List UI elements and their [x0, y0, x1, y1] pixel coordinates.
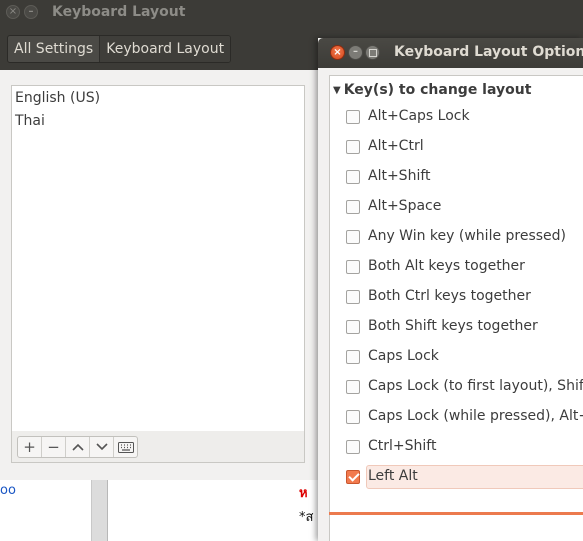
remove-icon[interactable]: −	[42, 437, 66, 457]
option-alt-shift[interactable]: Alt+Shift	[346, 166, 583, 190]
minimize-icon[interactable]: –	[24, 5, 38, 19]
option-label: Any Win key (while pressed)	[368, 228, 567, 244]
list-button-group: + −	[17, 436, 138, 458]
checkbox[interactable]	[346, 110, 360, 124]
move-down-icon[interactable]	[90, 437, 114, 457]
keyboard-layout-window: × – Keyboard Layout All Settings Keyboar…	[0, 0, 320, 480]
scroll-indicator	[329, 512, 583, 515]
checkbox[interactable]	[346, 350, 360, 364]
checkbox[interactable]	[346, 170, 360, 184]
option-caps-lock[interactable]: Caps Lock	[346, 346, 583, 370]
checkbox[interactable]	[346, 440, 360, 454]
checkbox[interactable]	[346, 410, 360, 424]
main-toolbar: All Settings Keyboard Layout	[0, 25, 320, 70]
background-body-fragment: *ส	[299, 510, 314, 525]
close-icon[interactable]: ×	[6, 5, 20, 19]
option-left-alt[interactable]: Left Alt	[342, 465, 583, 490]
keyboard-layout-crumb[interactable]: Keyboard Layout	[100, 36, 231, 62]
option-group-header[interactable]: ▼ Key(s) to change layout	[333, 82, 531, 98]
option-label: Alt+Shift	[368, 168, 431, 184]
checkbox[interactable]	[346, 230, 360, 244]
main-content: English (US) Thai + −	[0, 70, 320, 480]
checkbox[interactable]	[346, 380, 360, 394]
maximize-icon[interactable]	[365, 45, 380, 60]
background-gutter	[91, 480, 108, 541]
checkbox[interactable]	[346, 320, 360, 334]
checkbox-checked[interactable]	[346, 470, 360, 484]
dialog-titlebar: × – Keyboard Layout Options	[318, 38, 583, 68]
list-toolbar: + −	[11, 431, 305, 463]
option-label: Alt+Ctrl	[368, 138, 424, 154]
option-caps-lock-first-layout[interactable]: Caps Lock (to first layout), Shift+	[346, 376, 583, 400]
background-text-fragment: oo	[0, 483, 16, 498]
option-label: Ctrl+Shift	[368, 438, 437, 454]
checkbox[interactable]	[346, 260, 360, 274]
background-heading-fragment: ห	[299, 486, 308, 501]
option-alt-ctrl[interactable]: Alt+Ctrl	[346, 136, 583, 160]
checkbox[interactable]	[346, 290, 360, 304]
option-label: Both Ctrl keys together	[368, 288, 531, 304]
move-up-icon[interactable]	[66, 437, 90, 457]
checkbox[interactable]	[346, 140, 360, 154]
list-item[interactable]: Thai	[15, 113, 45, 129]
keyboard-layout-options-dialog: × – Keyboard Layout Options ▼ Key(s) to c…	[318, 38, 583, 541]
input-source-list: English (US) Thai	[11, 85, 305, 432]
option-both-ctrl-keys[interactable]: Both Ctrl keys together	[346, 286, 583, 310]
option-alt-space[interactable]: Alt+Space	[346, 196, 583, 220]
option-any-win-key[interactable]: Any Win key (while pressed)	[346, 226, 583, 250]
all-settings-button[interactable]: All Settings	[8, 36, 101, 62]
list-item[interactable]: English (US)	[15, 90, 100, 106]
option-ctrl-shift[interactable]: Ctrl+Shift	[346, 436, 583, 460]
option-label: Both Shift keys together	[368, 318, 538, 334]
option-label: Alt+Space	[368, 198, 442, 214]
dialog-body: ▼ Key(s) to change layout Alt+Caps Lock A…	[318, 68, 583, 541]
main-titlebar: × – Keyboard Layout	[0, 0, 320, 25]
option-alt-caps-lock[interactable]: Alt+Caps Lock	[346, 106, 583, 130]
checkbox[interactable]	[346, 200, 360, 214]
breadcrumb: All Settings Keyboard Layout	[7, 35, 232, 63]
option-both-shift-keys[interactable]: Both Shift keys together	[346, 316, 583, 340]
close-icon[interactable]: ×	[330, 45, 345, 60]
option-label: Both Alt keys together	[368, 258, 525, 274]
dialog-title: Keyboard Layout Options	[394, 44, 583, 60]
option-label: Alt+Caps Lock	[368, 108, 470, 124]
expander-down-icon[interactable]: ▼	[333, 85, 341, 96]
option-group-label: Key(s) to change layout	[343, 82, 532, 98]
option-label: Left Alt	[368, 468, 418, 484]
option-label: Caps Lock	[368, 348, 439, 364]
option-label: Caps Lock (to first layout), Shift+	[368, 378, 583, 394]
add-icon[interactable]: +	[18, 437, 42, 457]
option-caps-lock-while-pressed[interactable]: Caps Lock (while pressed), Alt+C	[346, 406, 583, 430]
minimize-icon[interactable]: –	[348, 45, 363, 60]
option-label: Caps Lock (while pressed), Alt+C	[368, 408, 583, 424]
options-tree: ▼ Key(s) to change layout Alt+Caps Lock A…	[329, 75, 583, 541]
keyboard-preview-icon[interactable]	[114, 437, 137, 457]
window-title: Keyboard Layout	[52, 4, 186, 20]
option-both-alt-keys[interactable]: Both Alt keys together	[346, 256, 583, 280]
